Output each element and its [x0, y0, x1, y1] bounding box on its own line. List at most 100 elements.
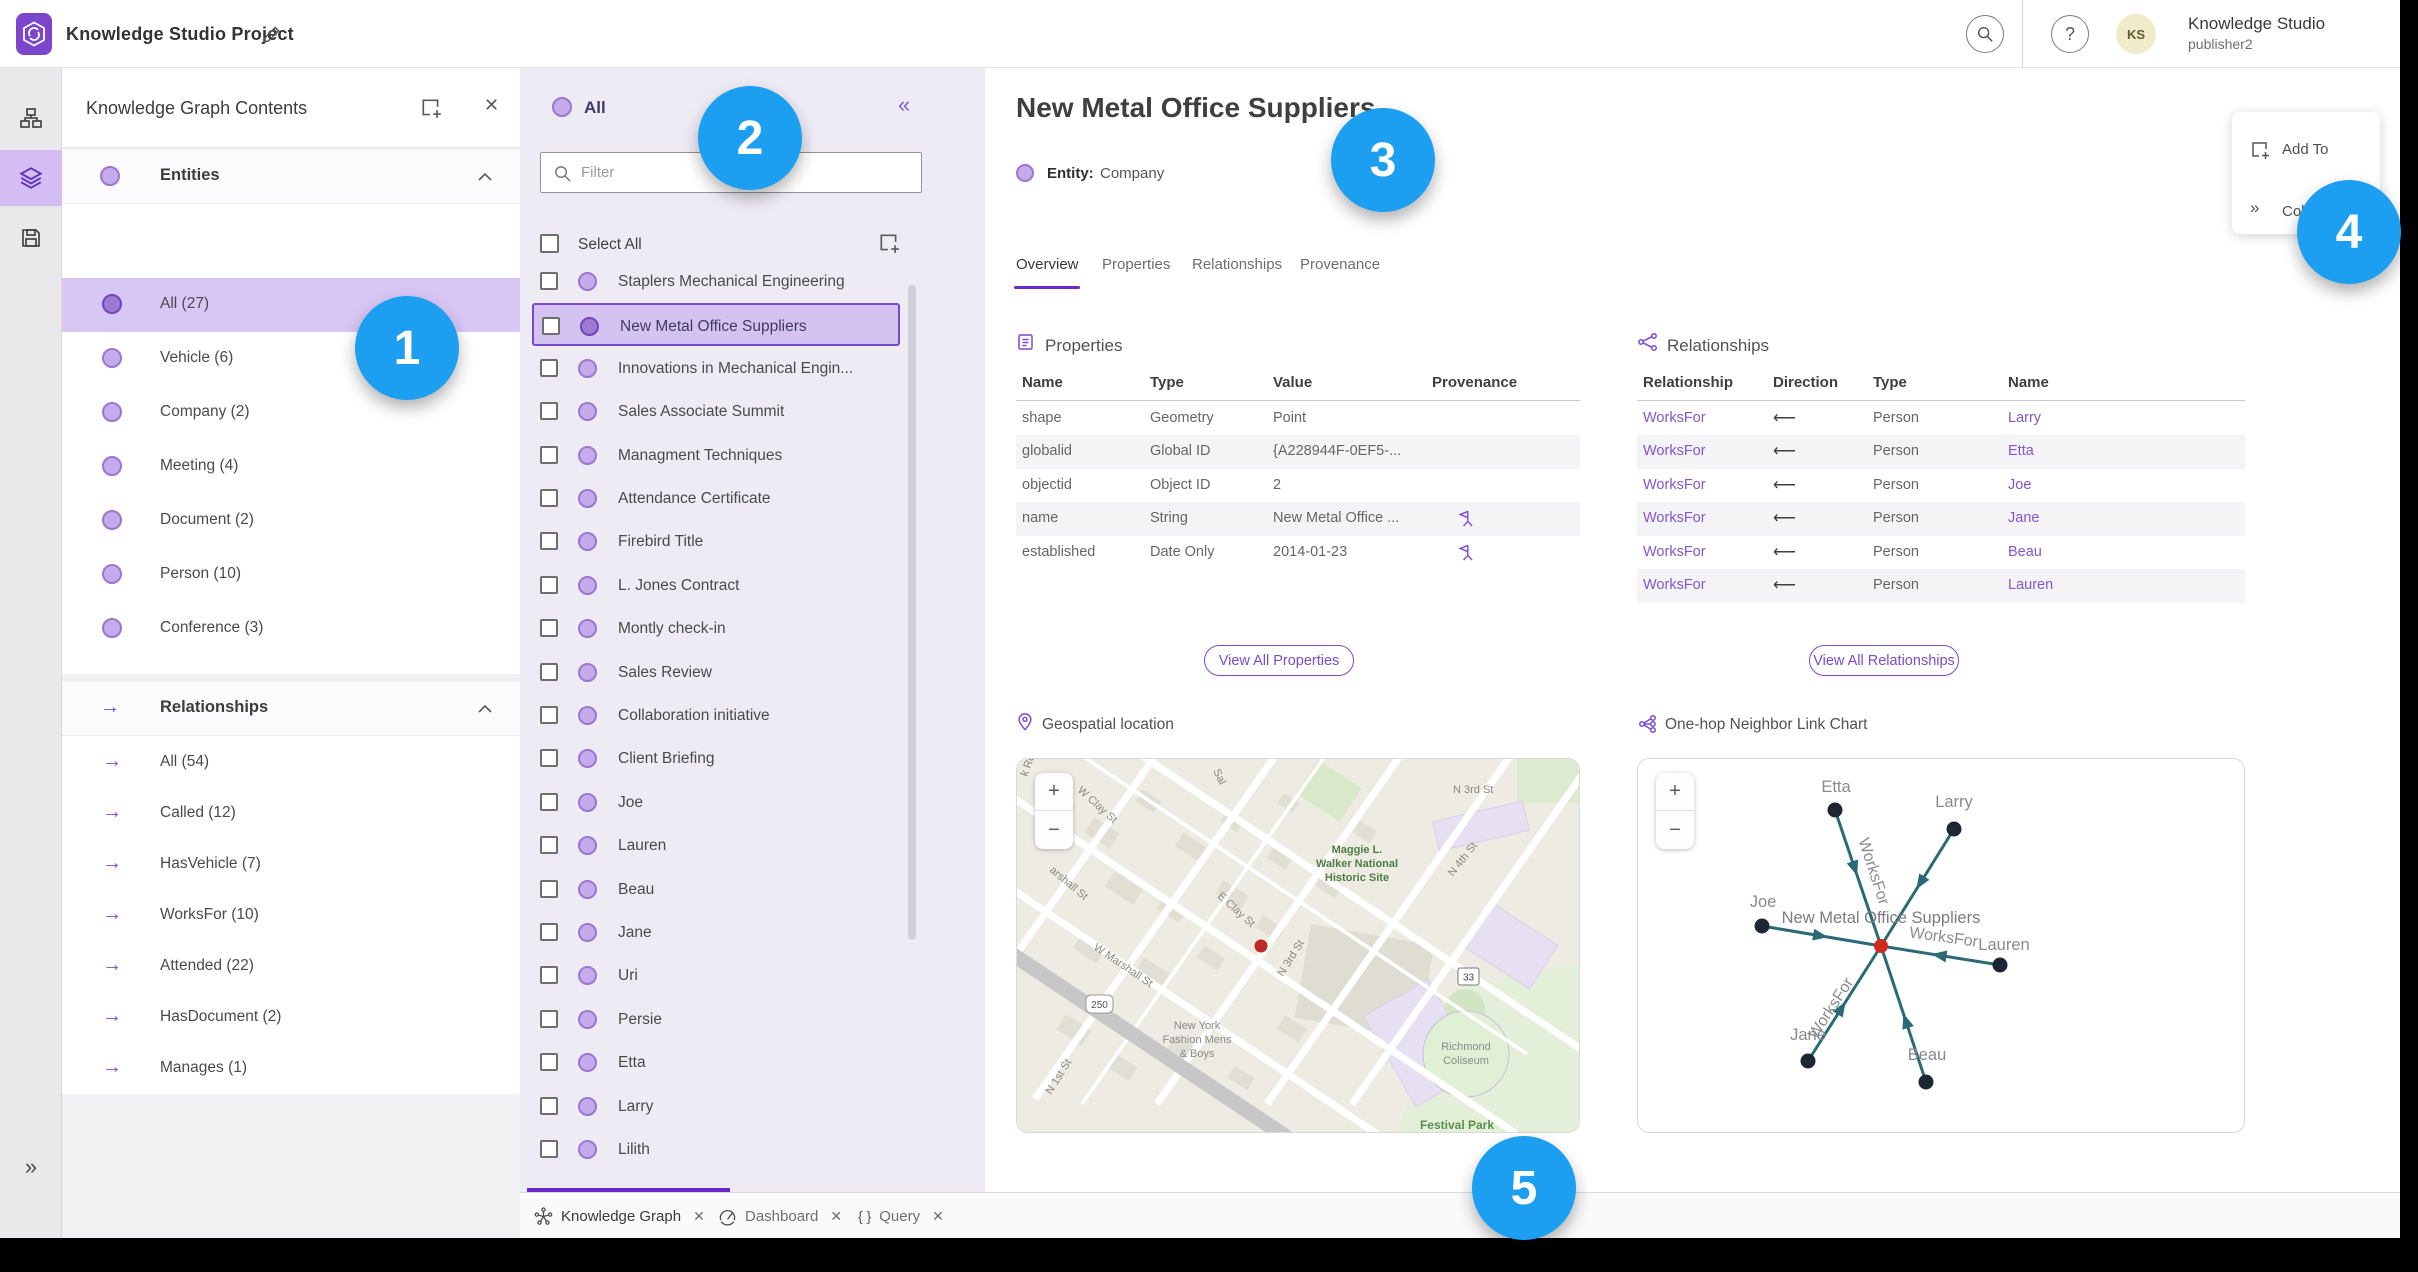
list-item[interactable]: L. Jones Contract	[520, 564, 960, 607]
tab-properties[interactable]: Properties	[1102, 256, 1170, 273]
entity-type-row[interactable]: Document (2)	[62, 494, 520, 548]
graph-node[interactable]	[1946, 821, 1962, 837]
entity-type-row[interactable]: Person (10)	[62, 548, 520, 602]
item-checkbox[interactable]	[540, 1096, 558, 1115]
item-checkbox[interactable]	[540, 662, 558, 681]
graph-node[interactable]	[1918, 1074, 1934, 1090]
item-checkbox[interactable]	[540, 879, 558, 898]
tab-knowledge-graph[interactable]: Knowledge Graph ✕	[534, 1193, 705, 1238]
list-item[interactable]: Sales Associate Summit	[520, 390, 960, 433]
related-entity-link[interactable]: Larry	[2008, 410, 2041, 426]
graph-node[interactable]	[1800, 1053, 1816, 1069]
zoom-out-button[interactable]: −	[1035, 811, 1073, 849]
tab-provenance[interactable]: Provenance	[1300, 256, 1380, 273]
related-entity-link[interactable]: Lauren	[2008, 577, 2053, 593]
view-all-properties-button[interactable]: View All Properties	[1204, 645, 1354, 676]
entity-type-row[interactable]: Meeting (4)	[62, 440, 520, 494]
entity-type-row[interactable]: Company (2)	[62, 386, 520, 440]
graph-node[interactable]	[1754, 918, 1770, 934]
rail-layers-button[interactable]	[0, 150, 62, 206]
list-item[interactable]: Managment Techniques	[520, 434, 960, 477]
list-item[interactable]: Lilith	[520, 1128, 960, 1171]
zoom-in-button[interactable]: +	[1035, 773, 1073, 811]
relationship-type-row[interactable]: → All (54)	[62, 736, 520, 790]
graph-node[interactable]	[1992, 957, 2008, 973]
related-entity-link[interactable]: Joe	[2008, 477, 2031, 493]
collapse-panel-icon[interactable]: «	[898, 92, 910, 118]
item-checkbox[interactable]	[540, 532, 558, 551]
tab-query[interactable]: { } Query ✕	[858, 1193, 944, 1238]
provenance-flag-icon[interactable]	[1456, 543, 1473, 562]
list-item[interactable]: Persie	[520, 998, 960, 1041]
provenance-flag-icon[interactable]	[1456, 509, 1473, 528]
chevron-up-icon[interactable]	[478, 704, 492, 713]
item-checkbox[interactable]	[540, 706, 558, 724]
item-checkbox[interactable]	[540, 792, 558, 811]
relationship-type-row[interactable]: → Manages (1)	[62, 1042, 520, 1096]
relationship-type-row[interactable]: → HasDocument (2)	[62, 991, 520, 1045]
tab-dashboard[interactable]: Dashboard ✕	[718, 1193, 842, 1238]
tab-relationships[interactable]: Relationships	[1192, 256, 1282, 273]
list-item[interactable]: Firebird Title	[520, 520, 960, 563]
list-item[interactable]: Beau	[520, 868, 960, 911]
relationship-link[interactable]: WorksFor	[1643, 577, 1706, 593]
expand-rail-button[interactable]: »	[0, 1143, 62, 1191]
relationship-link[interactable]: WorksFor	[1643, 443, 1706, 459]
item-checkbox[interactable]	[540, 1053, 558, 1072]
scrollbar-thumb[interactable]	[908, 285, 916, 940]
list-item[interactable]: Montly check-in	[520, 607, 960, 650]
zoom-in-button[interactable]: +	[1656, 773, 1694, 811]
chevron-up-icon[interactable]	[478, 172, 492, 181]
item-checkbox[interactable]	[540, 923, 558, 941]
item-checkbox[interactable]	[540, 575, 558, 594]
search-button[interactable]	[1966, 15, 2004, 53]
relationship-type-row[interactable]: → Called (12)	[62, 787, 520, 841]
related-entity-link[interactable]: Etta	[2008, 443, 2034, 459]
list-item[interactable]: Client Briefing	[520, 737, 960, 780]
add-to-new-icon[interactable]	[420, 97, 442, 119]
item-checkbox[interactable]	[540, 619, 558, 638]
close-tab-icon[interactable]: ✕	[932, 1208, 944, 1225]
entities-section-header[interactable]: Entities	[62, 150, 520, 204]
geospatial-map[interactable]: + − k Rd Sal W Clay St E Clay St arshall…	[1016, 758, 1580, 1133]
item-checkbox[interactable]	[542, 317, 560, 336]
list-item[interactable]: Attendance Certificate	[520, 477, 960, 520]
item-checkbox[interactable]	[540, 272, 558, 290]
item-checkbox[interactable]	[540, 445, 558, 464]
list-item[interactable]: Lauren	[520, 824, 960, 867]
related-entity-link[interactable]: Beau	[2008, 544, 2042, 560]
tab-overview[interactable]: Overview	[1016, 256, 1079, 273]
item-checkbox[interactable]	[540, 358, 558, 377]
relationship-link[interactable]: WorksFor	[1643, 544, 1706, 560]
item-checkbox[interactable]	[540, 966, 558, 985]
view-all-relationships-button[interactable]: View All Relationships	[1809, 645, 1959, 676]
item-checkbox[interactable]	[540, 489, 558, 507]
list-item[interactable]: Joe	[520, 781, 960, 824]
relationship-type-row[interactable]: → HasVehicle (7)	[62, 838, 520, 892]
relationship-type-row[interactable]: → WorksFor (10)	[62, 889, 520, 943]
item-checkbox[interactable]	[540, 1140, 558, 1158]
list-item[interactable]: New Metal Office Suppliers	[532, 303, 900, 347]
item-checkbox[interactable]	[540, 749, 558, 768]
list-item[interactable]: Etta	[520, 1041, 960, 1084]
list-item[interactable]: Uri	[520, 954, 960, 997]
item-checkbox[interactable]	[540, 1009, 558, 1028]
add-to-action[interactable]: Add To	[2232, 126, 2380, 174]
related-entity-link[interactable]: Jane	[2008, 510, 2039, 526]
edit-pencil-icon[interactable]	[262, 24, 282, 44]
help-button[interactable]: ?	[2051, 15, 2089, 53]
graph-node[interactable]	[1827, 802, 1843, 818]
relationship-type-row[interactable]: → Attended (22)	[62, 940, 520, 994]
select-all-checkbox[interactable]	[540, 234, 559, 253]
add-to-new-icon[interactable]	[878, 232, 900, 254]
item-checkbox[interactable]	[540, 402, 558, 421]
center-node[interactable]	[1874, 939, 1888, 953]
relationship-link[interactable]: WorksFor	[1643, 510, 1706, 526]
relationship-link[interactable]: WorksFor	[1643, 410, 1706, 426]
link-chart-panel[interactable]: + − WorksFor WorksFor WorksFor Etta Larry Joe…	[1637, 758, 2245, 1133]
item-checkbox[interactable]	[540, 836, 558, 855]
relationships-section-header[interactable]: → Relationships	[62, 682, 520, 736]
close-tab-icon[interactable]: ✕	[693, 1208, 705, 1225]
rail-hierarchy-button[interactable]	[0, 90, 62, 146]
close-panel-button[interactable]: ✕	[484, 95, 499, 116]
